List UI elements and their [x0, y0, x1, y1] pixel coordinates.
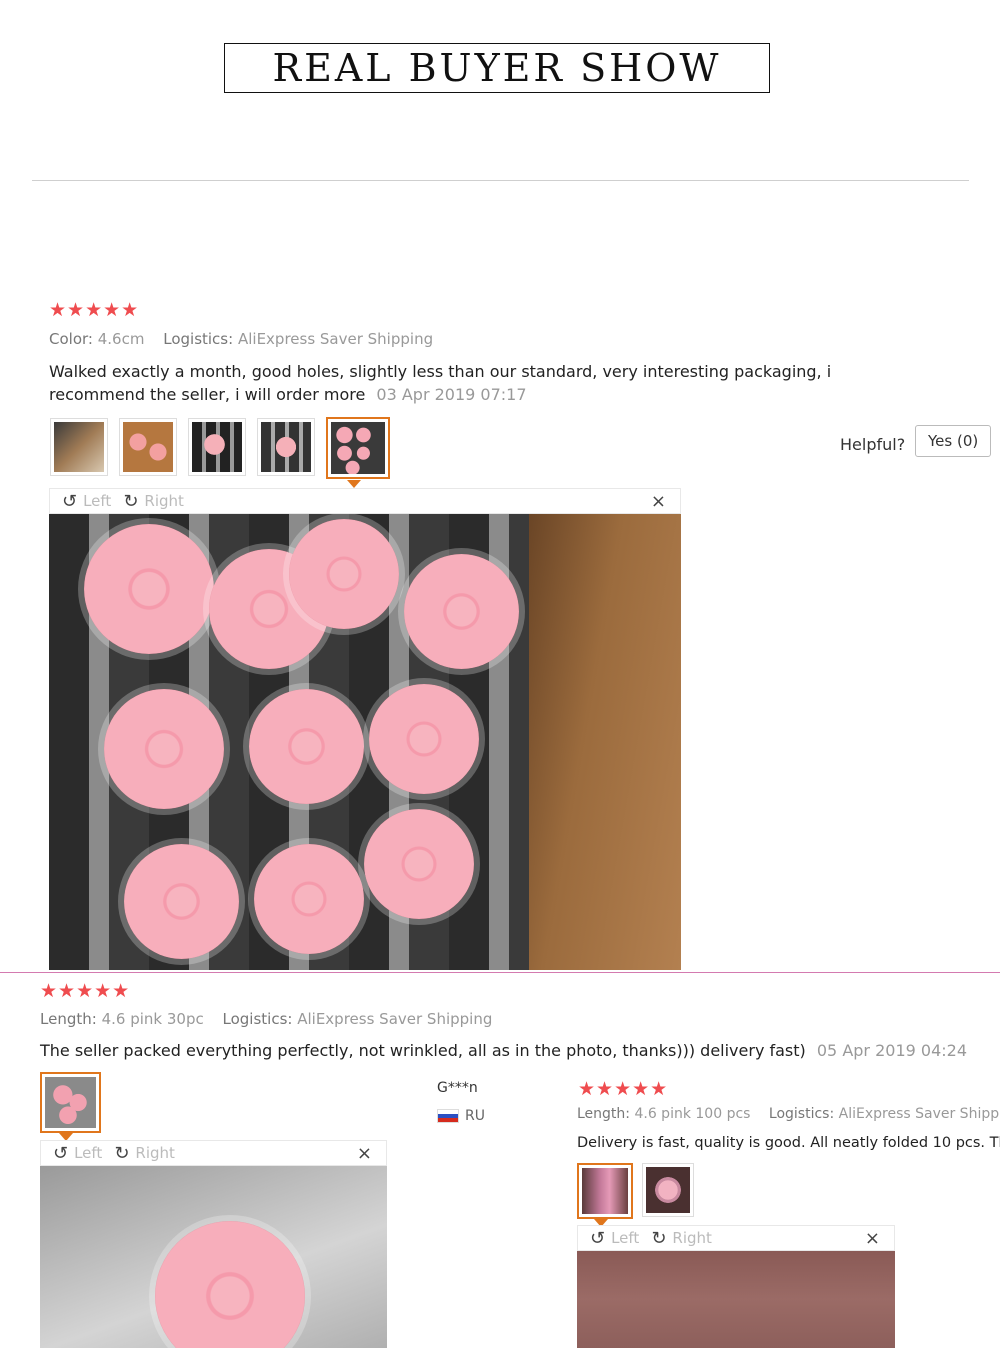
product-disc: [254, 844, 364, 954]
logistics-value: AliExpress Saver Shipping: [297, 1010, 493, 1028]
rating-stars: ★★★★★: [40, 980, 131, 1002]
thumbnail-selected[interactable]: [577, 1163, 633, 1219]
close-icon[interactable]: ×: [651, 491, 666, 512]
reviewer-country: RU: [437, 1108, 485, 1124]
logistics-value: AliExpress Saver Shipping: [237, 330, 434, 348]
rotate-right-label[interactable]: Right: [672, 1229, 712, 1247]
helpful-label: Helpful?: [840, 435, 906, 454]
thumbnail-selected[interactable]: [40, 1072, 101, 1133]
product-disc: [369, 684, 479, 794]
close-icon[interactable]: ×: [865, 1228, 880, 1249]
review-meta: Length: 4.6 pink 100 pcs Logistics: AliE…: [577, 1106, 1000, 1122]
divider: [32, 180, 969, 181]
rotate-left-label[interactable]: Left: [74, 1144, 102, 1162]
rotate-right-icon[interactable]: ↻: [114, 1143, 129, 1164]
image-viewer-toolbar: ↺ Left ↻ Right ×: [577, 1225, 895, 1251]
close-icon[interactable]: ×: [357, 1143, 372, 1164]
review-photo: [49, 514, 681, 970]
review-body: The seller packed everything perfectly, …: [40, 1041, 806, 1060]
country-code: RU: [465, 1108, 485, 1124]
thumbnail[interactable]: [119, 418, 177, 476]
selected-caret: [347, 480, 361, 488]
review-body: Delivery is fast, quality is good. All n…: [577, 1135, 1000, 1151]
thumbnail[interactable]: [188, 418, 246, 476]
logistics-label: Logistics:: [163, 330, 234, 348]
color-value: 4.6cm: [97, 330, 145, 348]
product-disc: [364, 809, 474, 919]
product-disc: [155, 1221, 305, 1348]
product-disc: [289, 519, 399, 629]
rotate-right-label[interactable]: Right: [144, 492, 184, 510]
helpful-yes-button[interactable]: Yes (0): [915, 425, 992, 457]
product-disc: [249, 689, 364, 804]
length-label: Length:: [577, 1106, 631, 1122]
thumbnail[interactable]: [642, 1163, 694, 1217]
review-date: 05 Apr 2019 04:24: [816, 1041, 967, 1060]
rotate-left-icon[interactable]: ↺: [53, 1143, 68, 1164]
product-disc: [84, 524, 214, 654]
rating-stars: ★★★★★: [49, 299, 140, 321]
russia-flag-icon: [437, 1109, 459, 1123]
rotate-left-label[interactable]: Left: [83, 492, 111, 510]
rotate-left-label[interactable]: Left: [611, 1229, 639, 1247]
rotate-right-label[interactable]: Right: [135, 1144, 175, 1162]
divider-pink: [0, 972, 1000, 973]
logistics-label: Logistics:: [222, 1010, 293, 1028]
logistics-label: Logistics:: [768, 1106, 835, 1122]
review-date: 03 Apr 2019 07:17: [376, 385, 527, 404]
review-meta: Length: 4.6 pink 30pc Logistics: AliExpr…: [40, 1010, 492, 1028]
thumbnail[interactable]: [257, 418, 315, 476]
length-label: Length:: [40, 1010, 97, 1028]
rotate-right-icon[interactable]: ↻: [651, 1228, 666, 1249]
product-disc: [404, 554, 519, 669]
rotate-left-icon[interactable]: ↺: [62, 491, 77, 512]
review-photo: [40, 1166, 387, 1348]
review-text: The seller packed everything perfectly, …: [40, 1039, 967, 1062]
review-photo: [577, 1251, 895, 1348]
review-text: Walked exactly a month, good holes, slig…: [49, 360, 929, 406]
rating-stars: ★★★★★: [578, 1078, 669, 1100]
image-viewer-toolbar: ↺ Left ↻ Right ×: [40, 1140, 387, 1166]
reviewer-name: G***n: [437, 1080, 478, 1096]
review-meta: Color: 4.6cm Logistics: AliExpress Saver…: [49, 330, 433, 348]
product-disc: [104, 689, 224, 809]
rotate-right-icon[interactable]: ↻: [123, 491, 138, 512]
length-value: 4.6 pink 30pc: [101, 1010, 204, 1028]
cardboard-box: [529, 514, 681, 970]
thumbnail-selected[interactable]: [326, 417, 390, 479]
rotate-left-icon[interactable]: ↺: [590, 1228, 605, 1249]
length-value: 4.6 pink 100 pcs: [634, 1106, 751, 1122]
thumbnail[interactable]: [50, 418, 108, 476]
review-text: Delivery is fast, quality is good. All n…: [577, 1132, 1000, 1155]
product-disc: [124, 844, 239, 959]
section-title: REAL BUYER SHOW: [224, 43, 770, 93]
logistics-value: AliExpress Saver Shipping: [838, 1106, 1000, 1122]
color-label: Color:: [49, 330, 93, 348]
image-viewer-toolbar: ↺ Left ↻ Right ×: [49, 488, 681, 514]
